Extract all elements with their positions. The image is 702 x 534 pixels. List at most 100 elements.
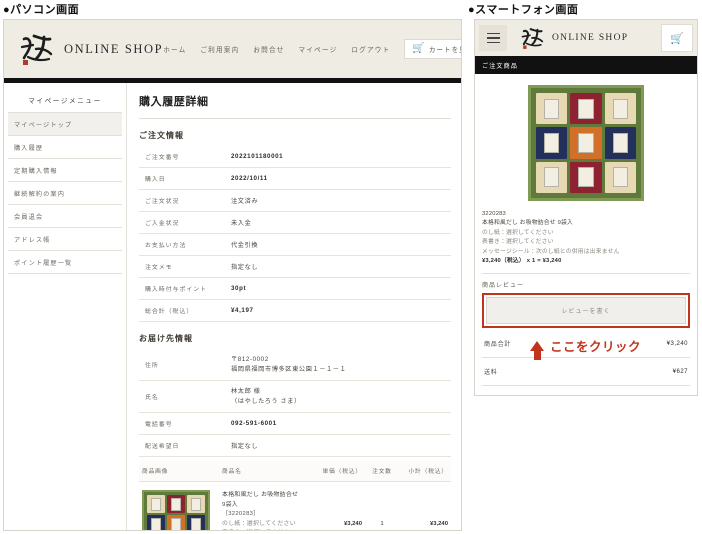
table-row: ご入金状況 未入金: [139, 212, 451, 234]
sp-totals-list: ここをクリック 商品合計 ¥3,240 送料 ¥627 決済手数料 ¥330: [482, 330, 690, 395]
kakuichi-calligraphy-logo[interactable]: [14, 27, 58, 71]
order-info-section-title: ご注文情報: [139, 131, 184, 140]
nav-item-home[interactable]: ホーム: [163, 44, 186, 54]
view-cart-label: カートを見る: [428, 47, 461, 54]
screenshot-stage: ●パソコン画面 ONLINE SHOP ホーム ご利用案内 お問合せ マイページ…: [0, 0, 702, 534]
nav-item-contact[interactable]: お問合せ: [253, 44, 284, 54]
total-value: ¥3,240: [666, 340, 688, 347]
nav-item-mypage[interactable]: マイページ: [299, 44, 338, 54]
table-row: お支払い方法 代金引換: [139, 234, 451, 256]
pc-brand-text: ONLINE SHOP: [64, 41, 164, 56]
row-value: ¥4,197: [231, 307, 254, 314]
sidebar-item-subscription[interactable]: 定期購入情報: [8, 159, 122, 182]
pc-main-nav: ホーム ご利用案内 お問合せ マイページ ログアウト 🛒 カートを見る: [163, 39, 461, 59]
sidebar-menu-list: マイページトップ 購入履歴 定期購入情報 継続解約の案内 会員退会 アドレス帳 …: [8, 112, 122, 274]
row-label: 氏名: [145, 395, 159, 402]
sidebar-item-purchase-history[interactable]: 購入履歴: [8, 136, 122, 159]
packet: [536, 161, 568, 193]
nav-item-logout[interactable]: ログアウト: [351, 44, 390, 54]
sp-product-image-wrap: [482, 74, 690, 210]
pc-caption: ●パソコン画面: [3, 4, 80, 16]
quantity-cell: 1: [365, 481, 399, 530]
row-label: 注文メモ: [145, 265, 173, 271]
total-label: 商品合計: [484, 342, 512, 349]
sp-product-option: メッセージシール：次のし紙との併用は出来ません: [482, 248, 620, 255]
table-row: 本格和風だし お吸物詰合せ 9袋入 ［3220283］ のし紙：選択してください…: [139, 481, 451, 530]
table-row: 総合計（税込） ¥4,197: [139, 300, 451, 322]
table-row: 注文メモ 指定なし: [139, 256, 451, 278]
nav-item-guide[interactable]: ご利用案内: [200, 44, 239, 54]
arrow-up-icon: [530, 340, 544, 360]
sp-section-bar: ご注文商品: [475, 56, 697, 74]
sp-brand-text: ONLINE SHOP: [552, 33, 629, 43]
row-value: 未入金: [231, 220, 252, 227]
row-label: 配送希望日: [145, 444, 180, 451]
packet: [604, 161, 636, 193]
row-label: 総合計（税込）: [145, 309, 194, 315]
packet: [536, 93, 568, 125]
row-label: お支払い方法: [145, 243, 187, 249]
sp-site-header: ONLINE SHOP 🛒: [475, 20, 697, 56]
table-row: 購入日 2022/10/11: [139, 168, 451, 190]
row-value: 指定なし: [231, 264, 259, 271]
row-label: 購入時付与ポイント: [145, 287, 208, 293]
sidebar-item-point-history[interactable]: ポイント履歴一覧: [8, 251, 122, 274]
product-name-cell: 本格和風だし お吸物詰合せ 9袋入 ［3220283］ のし紙：選択してください…: [219, 481, 315, 530]
sp-review-label: 商品レビュー: [482, 283, 525, 290]
row-value: 〒812-0002 福岡県福岡市博多区東公園１－１－１: [231, 356, 347, 373]
hamburger-menu-icon[interactable]: [479, 25, 507, 51]
row-label: 住所: [145, 363, 159, 370]
product-photo-soup-gift-set[interactable]: [142, 490, 210, 530]
col-quantity: 注文数: [365, 460, 399, 483]
packet: [570, 161, 602, 193]
table-row: ご注文番号 2022101180001: [139, 146, 451, 168]
row-label: ご入金状況: [145, 221, 180, 227]
pc-site-header: ONLINE SHOP ホーム ご利用案内 お問合せ マイページ ログアウト 🛒…: [4, 20, 461, 78]
packet: [604, 127, 636, 159]
sp-content-area: 3220283 本格和風だし お吸物詰合せ 9袋入 のし紙：選択してください 表…: [475, 74, 697, 395]
table-row: 電話番号 092-591-6001: [139, 413, 451, 435]
kakuichi-calligraphy-logo[interactable]: [517, 23, 547, 53]
sidebar-item-address-book[interactable]: アドレス帳: [8, 228, 122, 251]
sp-product-info: 3220283 本格和風だし お吸物詰合せ 9袋入 のし紙：選択してください 表…: [482, 210, 690, 273]
order-info-table: ご注文番号 2022101180001 購入日 2022/10/11 ご注文状況…: [139, 146, 451, 322]
view-cart-button[interactable]: 🛒 カートを見る: [404, 39, 461, 59]
delivery-info-section-title: お届け先情報: [139, 334, 193, 343]
list-item: 送料 ¥627: [482, 358, 690, 387]
delivery-info-table: 住所 〒812-0002 福岡県福岡市博多区東公園１－１－１ 氏名 林太郎 様 …: [139, 349, 451, 457]
sp-product-price-line: ¥3,240（税込） x 1 = ¥3,240: [482, 257, 562, 264]
sp-product-option: 表書き：選択してください: [482, 239, 554, 246]
table-row: 配送希望日 指定なし: [139, 435, 451, 457]
sidebar-item-withdrawal[interactable]: 会員退会: [8, 205, 122, 228]
pc-screen-panel: ONLINE SHOP ホーム ご利用案内 お問合せ マイページ ログアウト 🛒…: [3, 19, 462, 531]
cart-icon: 🛒: [412, 43, 426, 54]
product-photo-soup-gift-set[interactable]: [528, 85, 644, 201]
mypage-sidebar: マイページメニュー マイページトップ 購入履歴 定期購入情報 継続解約の案内 会…: [4, 83, 126, 530]
product-image-cell: [139, 481, 219, 530]
sidebar-item-mypage-top[interactable]: マイページトップ: [8, 113, 122, 136]
table-row: 住所 〒812-0002 福岡県福岡市博多区東公園１－１－１: [139, 349, 451, 381]
total-label: 送料: [484, 370, 498, 377]
sp-screen-panel: ONLINE SHOP 🛒 ご注文商品 3220283 本格和風だし お吸物詰合…: [474, 19, 698, 396]
row-value: 注文済み: [231, 198, 259, 205]
table-row: 氏名 林太郎 様 （はやしたろう さま）: [139, 381, 451, 413]
packet: [536, 127, 568, 159]
row-value: 指定なし: [231, 443, 259, 451]
unit-price-cell: ¥3,240: [315, 481, 365, 530]
write-review-button[interactable]: レビューを書く: [486, 297, 686, 325]
row-label: 電話番号: [145, 422, 173, 429]
sp-click-annotation: ここをクリック: [530, 336, 642, 360]
sp-click-annotation-text: ここをクリック: [550, 340, 642, 355]
col-product-name: 商品名: [219, 460, 315, 483]
packet: [570, 93, 602, 125]
sidebar-item-cancellation-guide[interactable]: 継続解約の案内: [8, 182, 122, 205]
table-row: ご注文状況 注文済み: [139, 190, 451, 212]
packet: [604, 93, 636, 125]
row-value: 2022101180001: [231, 153, 284, 160]
packet: [187, 515, 205, 530]
col-subtotal: 小計（税込）: [399, 460, 451, 483]
cart-icon[interactable]: 🛒: [661, 24, 693, 52]
pc-content-area: マイページメニュー マイページトップ 購入履歴 定期購入情報 継続解約の案内 会…: [4, 83, 461, 530]
sidebar-title: マイページメニュー: [28, 98, 102, 105]
row-value: 092-591-6001: [231, 420, 277, 428]
